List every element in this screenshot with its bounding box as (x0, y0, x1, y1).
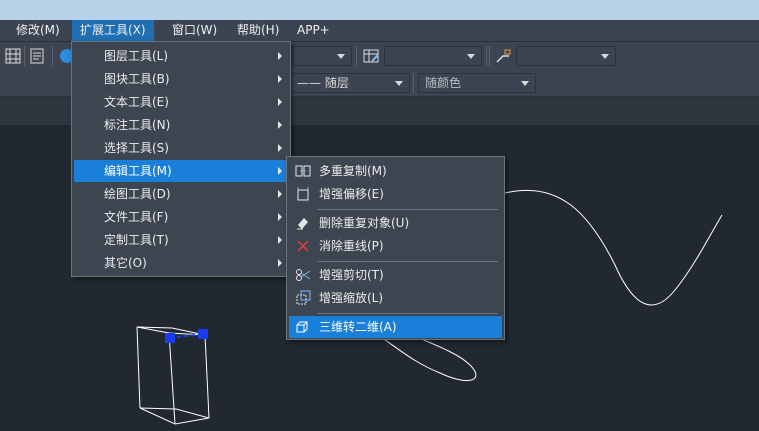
chevron-down-icon (521, 81, 529, 86)
remove-overlap-icon (297, 240, 309, 252)
menu-item-custom-tools[interactable]: 定制工具(T) (74, 229, 288, 251)
chevron-right-icon (278, 190, 282, 198)
toolbar-separator (486, 46, 487, 66)
menu-separator (317, 209, 498, 210)
chevron-right-icon (278, 98, 282, 106)
offset-icon (297, 187, 309, 201)
chevron-down-icon (395, 81, 403, 86)
menu-item-file-tools[interactable]: 文件工具(F) (74, 206, 288, 228)
menu-item-remove-overlap[interactable]: 消除重线(P) (289, 235, 502, 257)
delete-duplicates-icon (297, 218, 308, 230)
menu-item-multi-copy[interactable]: 多重复制(M) (289, 160, 502, 182)
menu-item-draw-tools[interactable]: 绘图工具(D) (74, 183, 288, 205)
chevron-right-icon (278, 75, 282, 83)
menu-item-dimension-tools[interactable]: 标注工具(N) (74, 114, 288, 136)
menu-item-layer-tools[interactable]: 图层工具(L) (74, 45, 288, 67)
3d-to-2d-icon (296, 321, 308, 333)
menu-item-delete-duplicates[interactable]: 删除重复对象(U) (289, 212, 502, 234)
grip-handle[interactable] (198, 329, 208, 339)
menu-app-plus[interactable]: APP+ (289, 20, 338, 41)
menu-item-enhanced-trim[interactable]: 增强剪切(T) (289, 264, 502, 286)
toolbar-separator (24, 46, 25, 66)
extension-tools-menu: 图层工具(L) 图块工具(B) 文本工具(E) 标注工具(N) 选择工具(S) … (71, 41, 291, 277)
chevron-right-icon (278, 213, 282, 221)
menu-item-enhanced-offset[interactable]: 增强偏移(E) (289, 183, 502, 205)
color-dropdown[interactable]: 随颜色 (418, 73, 536, 93)
menu-extension-tools[interactable]: 扩展工具(X) (72, 20, 154, 41)
chevron-right-icon (278, 52, 282, 60)
menu-item-3d-to-2d[interactable]: 三维转二维(A) (289, 316, 502, 338)
menu-separator (317, 261, 498, 262)
menu-bar: 修改(M) 扩展工具(X) 窗口(W) 帮助(H) APP+ (0, 20, 759, 42)
menu-separator (317, 313, 498, 314)
linetype-value: —— 随层 (297, 76, 349, 90)
chevron-right-icon (278, 144, 282, 152)
scale-icon (296, 290, 311, 305)
title-strip (0, 0, 759, 20)
table-style-dropdown[interactable] (384, 46, 482, 66)
menu-item-select-tools[interactable]: 选择工具(S) (74, 137, 288, 159)
multileader-icon[interactable] (494, 47, 512, 65)
chevron-down-icon (337, 54, 345, 59)
menu-help[interactable]: 帮助(H) (229, 20, 287, 41)
chevron-down-icon (467, 54, 475, 59)
menu-item-edit-tools[interactable]: 编辑工具(M) (74, 160, 288, 182)
menu-item-block-tools[interactable]: 图块工具(B) (74, 68, 288, 90)
chevron-down-icon (601, 54, 609, 59)
toolbar-separator (413, 73, 414, 93)
multi-copy-icon (295, 165, 311, 177)
color-value: 随颜色 (425, 76, 462, 90)
chevron-right-icon (278, 121, 282, 129)
grip-handle[interactable] (165, 333, 175, 343)
grid-icon[interactable] (4, 47, 22, 65)
menu-window[interactable]: 窗口(W) (164, 20, 225, 41)
multileader-style-dropdown[interactable] (516, 46, 616, 66)
menu-item-other[interactable]: 其它(O) (74, 252, 288, 274)
edit-tools-submenu: 多重复制(M) 增强偏移(E) 删除重复对象(U) 消除重线(P) 增强剪切(T… (286, 156, 505, 340)
spline-curve[interactable] (504, 189, 723, 306)
menu-item-text-tools[interactable]: 文本工具(E) (74, 91, 288, 113)
layer-dropdown[interactable] (292, 46, 352, 66)
chevron-right-icon (278, 167, 282, 175)
trim-icon (296, 269, 311, 281)
menu-modify[interactable]: 修改(M) (8, 20, 68, 41)
chevron-right-icon (278, 236, 282, 244)
table-style-icon[interactable] (362, 47, 380, 65)
toolbar-separator (52, 46, 53, 66)
chevron-right-icon (278, 259, 282, 267)
linetype-dropdown[interactable]: —— 随层 (290, 73, 410, 93)
menu-item-enhanced-scale[interactable]: 增强缩放(L) (289, 287, 502, 309)
document-icon[interactable] (28, 47, 46, 65)
toolbar-separator (356, 46, 357, 66)
toolbar-separator (489, 46, 490, 66)
